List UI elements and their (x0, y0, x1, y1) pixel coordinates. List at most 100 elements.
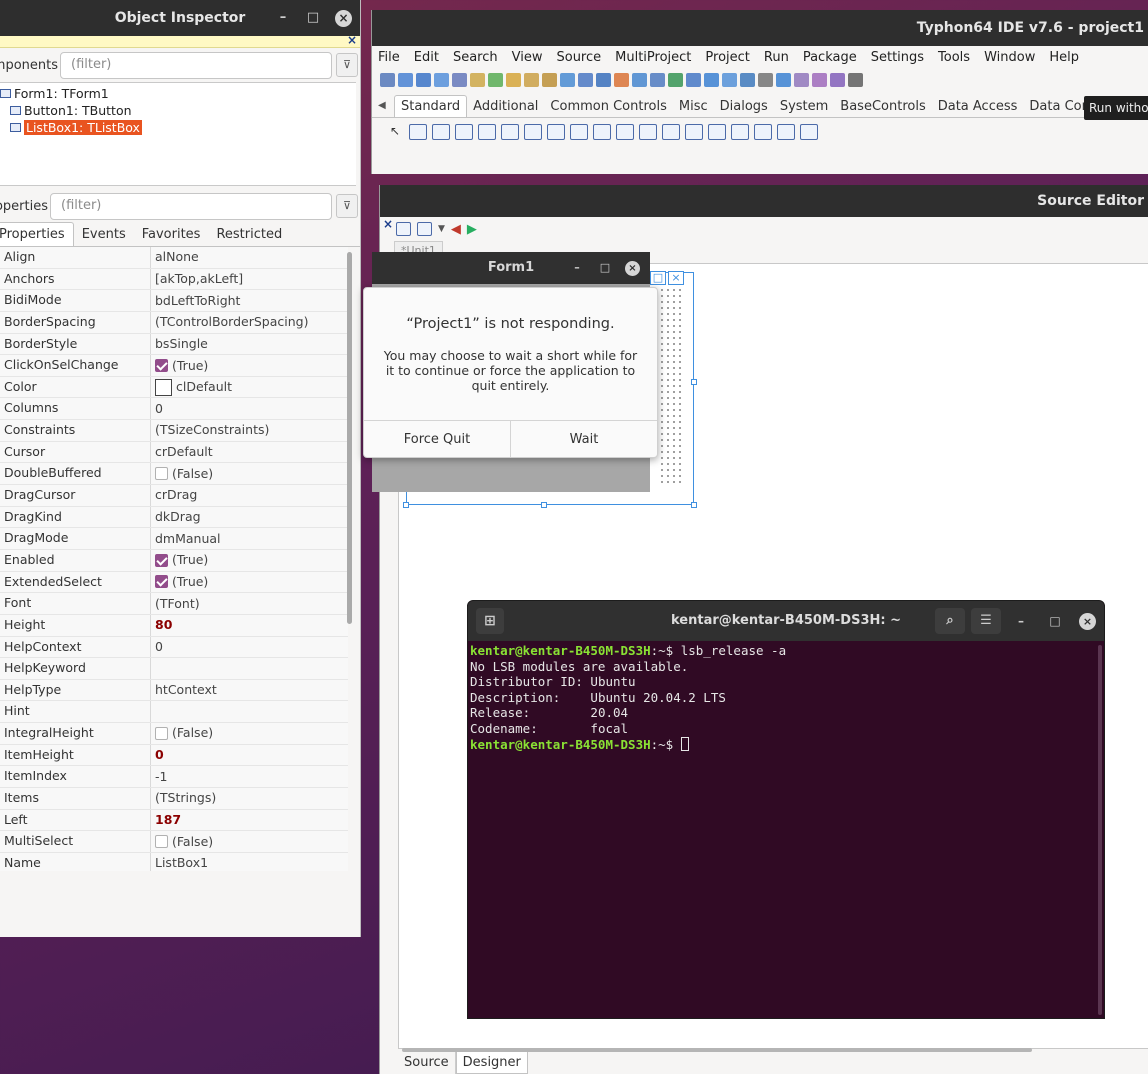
property-checkbox[interactable] (155, 575, 168, 589)
pointer-icon[interactable]: ↖ (386, 124, 404, 140)
property-value-cell[interactable]: htContext (151, 680, 348, 701)
resize-handle[interactable] (691, 502, 697, 508)
groupbox-icon[interactable] (685, 124, 703, 140)
property-value-cell[interactable]: 80 (151, 615, 348, 636)
property-row[interactable]: IntegralHeight (False) (0, 723, 348, 745)
properties-filter-input[interactable]: (filter) (50, 192, 332, 220)
search-icon[interactable]: ⌕ (935, 608, 965, 634)
tree-node-listbox1[interactable]: ListBox1: TListBox (0, 119, 356, 136)
property-value-cell[interactable]: 0 (151, 398, 348, 419)
toggle-form-unit-icon[interactable] (396, 222, 411, 236)
save-icon[interactable] (596, 73, 611, 87)
property-row[interactable]: Color clDefault (0, 376, 348, 399)
menu-item-run[interactable]: Run (764, 50, 789, 65)
view-forms-icon[interactable] (650, 73, 665, 87)
hamburger-menu-icon[interactable]: ☰ (971, 608, 1001, 634)
tab-additional[interactable]: Additional (467, 96, 544, 117)
property-value-cell[interactable]: crDefault (151, 442, 348, 463)
checkbox-icon[interactable] (570, 124, 588, 140)
close-editor-icon[interactable]: × (383, 217, 393, 231)
dropdown-arrow-icon[interactable]: ▼ (438, 224, 445, 234)
property-row[interactable]: Columns 0 (0, 398, 348, 421)
panel-icon[interactable] (754, 124, 772, 140)
compile-icon[interactable] (578, 73, 593, 87)
tab-designer[interactable]: Designer (455, 1052, 528, 1074)
radiogroup-icon[interactable] (708, 124, 726, 140)
property-row[interactable]: DragKind dkDrag (0, 506, 348, 529)
property-row[interactable]: BorderStyle bsSingle (0, 333, 348, 356)
close-icon[interactable]: × (1079, 612, 1096, 630)
tab-data-access[interactable]: Data Access (932, 96, 1024, 117)
property-grid-scrollbar[interactable] (347, 252, 352, 624)
menu-item-search[interactable]: Search (453, 50, 498, 65)
force-quit-button[interactable]: Force Quit (364, 421, 510, 457)
tab-misc[interactable]: Misc (673, 96, 714, 117)
open-recent-icon[interactable] (434, 73, 449, 87)
property-row[interactable]: Hint (0, 701, 348, 724)
property-row[interactable]: DragMode dmManual (0, 528, 348, 550)
property-value-cell[interactable]: -1 (151, 766, 348, 787)
save-all-icon[interactable] (614, 73, 629, 87)
close-icon[interactable]: × (625, 260, 640, 276)
property-row[interactable]: Enabled (True) (0, 549, 348, 572)
wait-button[interactable]: Wait (510, 421, 657, 457)
menu-item-settings[interactable]: Settings (871, 50, 924, 65)
tabs-scroll-left-icon[interactable]: ◀ (378, 100, 386, 111)
tab-source[interactable]: Source (398, 1052, 456, 1074)
view-units-icon[interactable] (632, 73, 647, 87)
property-value-cell[interactable]: (True) (151, 550, 348, 571)
property-row[interactable]: HelpContext 0 (0, 636, 348, 659)
project-inspector-icon[interactable] (740, 73, 755, 87)
property-row[interactable]: HelpKeyword (0, 658, 348, 680)
property-value-cell[interactable]: 0 (151, 745, 348, 766)
property-row[interactable]: Left 187 (0, 809, 348, 832)
package-graph-icon[interactable] (812, 73, 827, 87)
property-row[interactable]: HelpType htContext (0, 679, 348, 702)
popup-menu-icon[interactable] (432, 124, 450, 140)
resize-handle[interactable] (541, 502, 547, 508)
new-unit-icon[interactable] (380, 73, 395, 87)
property-row[interactable]: MultiSelect (False) (0, 831, 348, 853)
tab-events[interactable]: Events (74, 223, 134, 246)
toggle-form-icon[interactable] (668, 73, 683, 87)
build-icon[interactable] (560, 73, 575, 87)
property-row[interactable]: ItemHeight 0 (0, 744, 348, 767)
property-value-cell[interactable]: 0 (151, 637, 348, 658)
tab-restricted[interactable]: Restricted (208, 223, 290, 246)
listbox-icon[interactable] (616, 124, 634, 140)
property-value-cell[interactable] (151, 701, 348, 722)
component-tree[interactable]: Form1: TForm1 Button1: TButton ListBox1:… (0, 82, 356, 186)
close-icon[interactable]: × (335, 9, 352, 27)
filter-clear-icon[interactable]: ⊽ (336, 194, 358, 218)
tree-node-button1[interactable]: Button1: TButton (0, 102, 356, 119)
maximize-icon[interactable]: □ (597, 260, 613, 276)
property-checkbox[interactable] (155, 726, 168, 740)
open-icon[interactable] (416, 73, 431, 87)
run-icon[interactable] (830, 73, 845, 87)
find-in-files-icon[interactable] (488, 73, 503, 87)
property-row[interactable]: Items (TStrings) (0, 788, 348, 810)
property-row[interactable]: DragCursor crDrag (0, 485, 348, 507)
frame-icon[interactable] (777, 124, 795, 140)
minimize-icon[interactable]: – (569, 260, 585, 276)
source-editor-title[interactable]: Source Editor (380, 185, 1148, 217)
menu-item-multiproject[interactable]: MultiProject (615, 50, 691, 65)
project-options-icon[interactable] (722, 73, 737, 87)
property-row[interactable]: BorderSpacing (TControlBorderSpacing) (0, 311, 348, 334)
tab-system[interactable]: System (774, 96, 834, 117)
minimize-icon[interactable]: – (275, 10, 291, 26)
edit-icon[interactable] (501, 124, 519, 140)
property-row[interactable]: Constraints (TSizeConstraints) (0, 420, 348, 442)
property-value-cell[interactable]: (True) (151, 355, 348, 376)
property-value-cell[interactable]: (TFont) (151, 593, 348, 614)
memo-icon[interactable] (524, 124, 542, 140)
menu-item-project[interactable]: Project (705, 50, 749, 65)
terminal-titlebar[interactable]: ⊞ kentar@kentar-B450M-DS3H: ~ ⌕ ☰ – □ × (468, 601, 1104, 641)
tab-basecontrols[interactable]: BaseControls (834, 96, 931, 117)
menu-item-source[interactable]: Source (556, 50, 601, 65)
jump-forward-icon[interactable] (524, 73, 539, 87)
property-value-cell[interactable]: (False) (151, 463, 348, 484)
minimize-icon[interactable]: – (1007, 608, 1035, 634)
scrollbar-icon[interactable] (662, 124, 680, 140)
tab-common-controls[interactable]: Common Controls (544, 96, 672, 117)
